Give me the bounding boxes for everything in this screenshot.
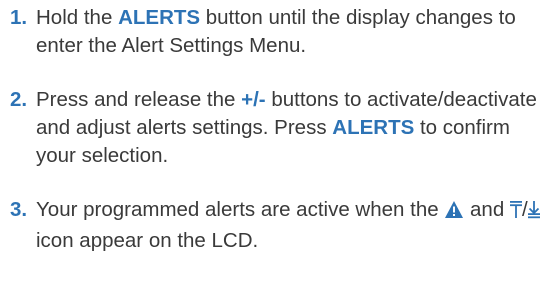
step-number: 3.: [10, 198, 28, 221]
instruction-steps: 1. Hold the ALERTS button until the displ…: [10, 4, 540, 255]
fall-arrow-icon: [527, 199, 540, 227]
warning-triangle-icon: [444, 199, 464, 227]
step-2: 2. Press and release the +/- buttons to a…: [10, 86, 540, 170]
step-text: Hold the: [36, 6, 119, 29]
step-number: 2.: [10, 88, 28, 111]
step-text: and: [464, 198, 510, 221]
step-text: Press and release the: [36, 88, 242, 111]
plus-minus-keyword: +/-: [241, 88, 266, 111]
alerts-keyword: ALERTS: [332, 116, 415, 139]
alerts-keyword: ALERTS: [118, 6, 201, 29]
step-3: 3. Your programmed alerts are active when…: [10, 196, 540, 255]
step-1: 1. Hold the ALERTS button until the displ…: [10, 4, 540, 60]
step-text: Your programmed alerts are active when t…: [36, 198, 445, 221]
step-number: 1.: [10, 6, 28, 29]
rise-arrow-icon: [509, 199, 522, 227]
step-text: icon appear on the LCD.: [36, 229, 259, 252]
